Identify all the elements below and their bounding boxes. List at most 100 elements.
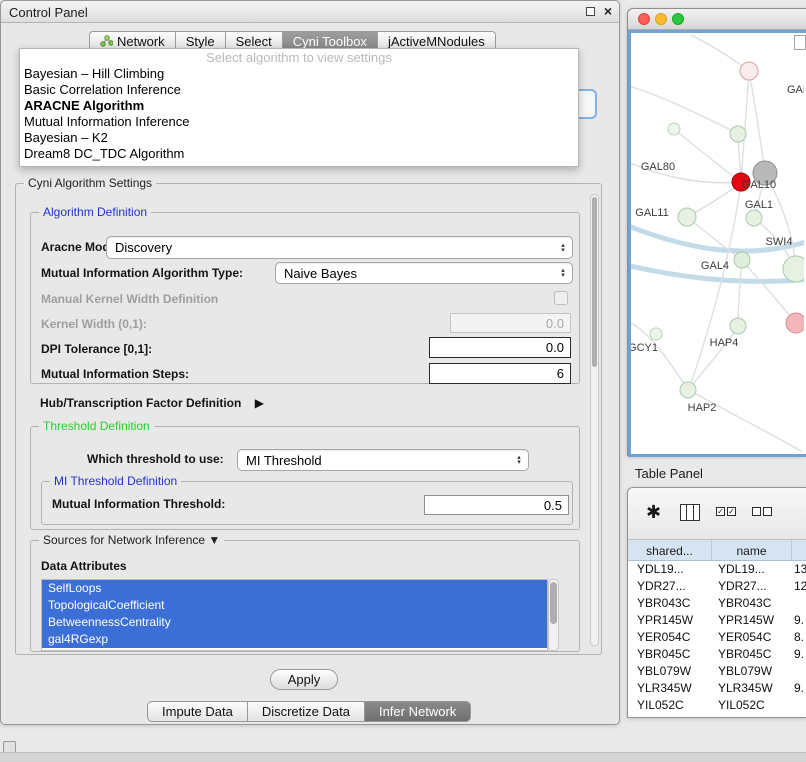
list-item[interactable]: BetweennessCentrality bbox=[42, 614, 547, 631]
algorithm-option[interactable]: Mutual Information Inference bbox=[20, 114, 578, 130]
algorithm-option[interactable]: Bayesian – Hill Climbing bbox=[20, 66, 578, 82]
zoom-button[interactable] bbox=[672, 13, 684, 25]
close-icon[interactable]: × bbox=[604, 3, 612, 19]
table-cell: YDR27... bbox=[628, 578, 712, 595]
table-row[interactable]: YDR27...YDR27...12 bbox=[628, 578, 806, 595]
kernel-width-input[interactable] bbox=[450, 313, 571, 333]
mi-steps-label: Mutual Information Steps: bbox=[41, 367, 189, 381]
table-row[interactable]: YER054CYER054C8. bbox=[628, 629, 806, 646]
table-cell bbox=[792, 697, 806, 714]
algorithm-option-selected[interactable]: ARACNE Algorithm bbox=[20, 98, 578, 114]
sources-group: Sources for Network Inference ▼ Data Att… bbox=[30, 540, 580, 652]
control-panel-titlebar[interactable]: Control Panel × bbox=[1, 1, 619, 23]
network-node[interactable] bbox=[668, 123, 680, 135]
mi-steps-input[interactable] bbox=[429, 363, 571, 384]
hub-transcription-factor-section[interactable]: Hub/Transcription Factor Definition ▶ bbox=[40, 396, 264, 410]
table-cell: YDR27... bbox=[712, 578, 792, 595]
tab-discretize-data[interactable]: Discretize Data bbox=[248, 701, 365, 722]
settings-scrollbar[interactable] bbox=[590, 194, 599, 646]
mi-algorithm-type-combobox[interactable]: Naive Bayes ▴▾ bbox=[275, 262, 573, 284]
column-header-name[interactable]: name bbox=[712, 540, 792, 561]
table-body: YDL19...YDL19...13YDR27...YDR27...12YBR0… bbox=[628, 561, 806, 714]
table-row[interactable]: YLR345WYLR345W9. bbox=[628, 680, 806, 697]
table-row[interactable]: YDL19...YDL19...13 bbox=[628, 561, 806, 578]
mi-threshold-input[interactable] bbox=[424, 495, 569, 515]
table-cell bbox=[792, 595, 806, 612]
network-edge[interactable] bbox=[738, 261, 742, 325]
network-edge[interactable] bbox=[687, 183, 741, 217]
expand-arrow-icon[interactable]: ▶ bbox=[255, 396, 264, 410]
bottom-status-strip bbox=[0, 752, 806, 762]
tab-infer-network[interactable]: Infer Network bbox=[365, 701, 471, 722]
network-node[interactable] bbox=[786, 313, 804, 333]
network-node-label: GAL bbox=[787, 84, 804, 96]
network-edge[interactable] bbox=[741, 72, 749, 181]
algorithm-option[interactable]: Bayesian – K2 bbox=[20, 130, 578, 146]
which-threshold-value: MI Threshold bbox=[238, 453, 514, 468]
table-row[interactable]: YBR043CYBR043C bbox=[628, 595, 806, 612]
list-item[interactable]: SelfLoops bbox=[42, 580, 547, 597]
mi-threshold-definition-title: MI Threshold Definition bbox=[50, 474, 181, 488]
column-header-shared[interactable]: shared... bbox=[628, 540, 712, 561]
dpi-tolerance-input[interactable] bbox=[429, 337, 571, 358]
network-scrollbar-corner[interactable] bbox=[794, 35, 806, 50]
settings-group-title: Cyni Algorithm Settings bbox=[24, 176, 156, 190]
tab-select-label: Select bbox=[236, 34, 272, 49]
table-cell: YDL19... bbox=[712, 561, 792, 578]
dpi-tolerance-label: DPI Tolerance [0,1]: bbox=[41, 342, 152, 356]
network-node[interactable] bbox=[730, 126, 746, 142]
close-button[interactable] bbox=[638, 13, 650, 25]
apply-button[interactable]: Apply bbox=[270, 669, 338, 690]
network-node-label: GAL80 bbox=[641, 161, 675, 173]
sources-title[interactable]: Sources for Network Inference ▼ bbox=[39, 533, 224, 547]
deselect-all-columns-icon[interactable] bbox=[752, 507, 772, 516]
list-item[interactable]: gal4RGexp bbox=[42, 631, 547, 648]
table-cell: YLR345W bbox=[712, 680, 792, 697]
network-node[interactable] bbox=[734, 252, 750, 268]
network-node-label: GAL1 bbox=[745, 199, 773, 211]
tab-impute-data[interactable]: Impute Data bbox=[147, 701, 248, 722]
network-view[interactable]: GALGAL80GAL10GAL1GAL11SWI4GAL4GCY1HAP4HA… bbox=[628, 30, 806, 457]
aracne-mode-combobox[interactable]: Discovery ▴▾ bbox=[106, 236, 573, 259]
network-edge[interactable] bbox=[631, 85, 738, 133]
tab-jactivemnodules-label: jActiveMNodules bbox=[388, 34, 485, 49]
table-cell: 13 bbox=[792, 561, 806, 578]
select-all-columns-icon[interactable]: ✓✓ bbox=[716, 507, 736, 516]
network-node[interactable] bbox=[678, 208, 696, 226]
gear-icon[interactable]: ✱ bbox=[646, 502, 661, 523]
column-header-partial[interactable] bbox=[792, 540, 806, 561]
manual-kernel-width-checkbox[interactable] bbox=[554, 291, 568, 305]
network-edge[interactable] bbox=[691, 35, 748, 70]
data-attributes-list[interactable]: SelfLoops TopologicalCoefficient Between… bbox=[41, 579, 548, 651]
cyni-algorithm-settings-group: Cyni Algorithm Settings Algorithm Defini… bbox=[15, 183, 602, 655]
minimize-button[interactable] bbox=[655, 13, 667, 25]
columns-icon[interactable] bbox=[680, 504, 700, 521]
table-row[interactable]: YIL052CYIL052C bbox=[628, 697, 806, 714]
network-node[interactable] bbox=[730, 318, 746, 334]
network-node-label: HAP4 bbox=[710, 337, 739, 349]
network-window-titlebar[interactable] bbox=[628, 9, 806, 30]
network-node[interactable] bbox=[783, 256, 804, 282]
collapse-arrow-icon[interactable]: ▼ bbox=[208, 533, 220, 547]
table-row[interactable]: YBL079WYBL079W bbox=[628, 663, 806, 680]
mi-algorithm-type-value: Naive Bayes bbox=[276, 266, 558, 281]
float-window-icon[interactable] bbox=[586, 7, 595, 16]
table-cell: 9. bbox=[792, 646, 806, 663]
algorithm-option[interactable]: Basic Correlation Inference bbox=[20, 82, 578, 98]
manual-kernel-width-label: Manual Kernel Width Definition bbox=[41, 292, 218, 306]
list-item[interactable]: TopologicalCoefficient bbox=[42, 597, 547, 614]
which-threshold-combobox[interactable]: MI Threshold ▴▾ bbox=[237, 449, 529, 471]
network-node[interactable] bbox=[746, 210, 762, 226]
algorithm-option[interactable]: Dream8 DC_TDC Algorithm bbox=[20, 146, 578, 162]
network-node[interactable] bbox=[740, 62, 758, 80]
network-node[interactable] bbox=[650, 328, 662, 340]
which-threshold-label: Which threshold to use: bbox=[87, 452, 224, 466]
network-canvas[interactable]: GALGAL80GAL10GAL1GAL11SWI4GAL4GCY1HAP4HA… bbox=[631, 33, 804, 454]
network-edge[interactable] bbox=[689, 390, 801, 451]
list-scrollbar[interactable] bbox=[548, 579, 559, 651]
network-edge[interactable] bbox=[749, 71, 765, 173]
table-cell bbox=[792, 663, 806, 680]
table-row[interactable]: YPR145WYPR145W9. bbox=[628, 612, 806, 629]
network-node[interactable] bbox=[680, 382, 696, 398]
table-row[interactable]: YBR045CYBR045C9. bbox=[628, 646, 806, 663]
